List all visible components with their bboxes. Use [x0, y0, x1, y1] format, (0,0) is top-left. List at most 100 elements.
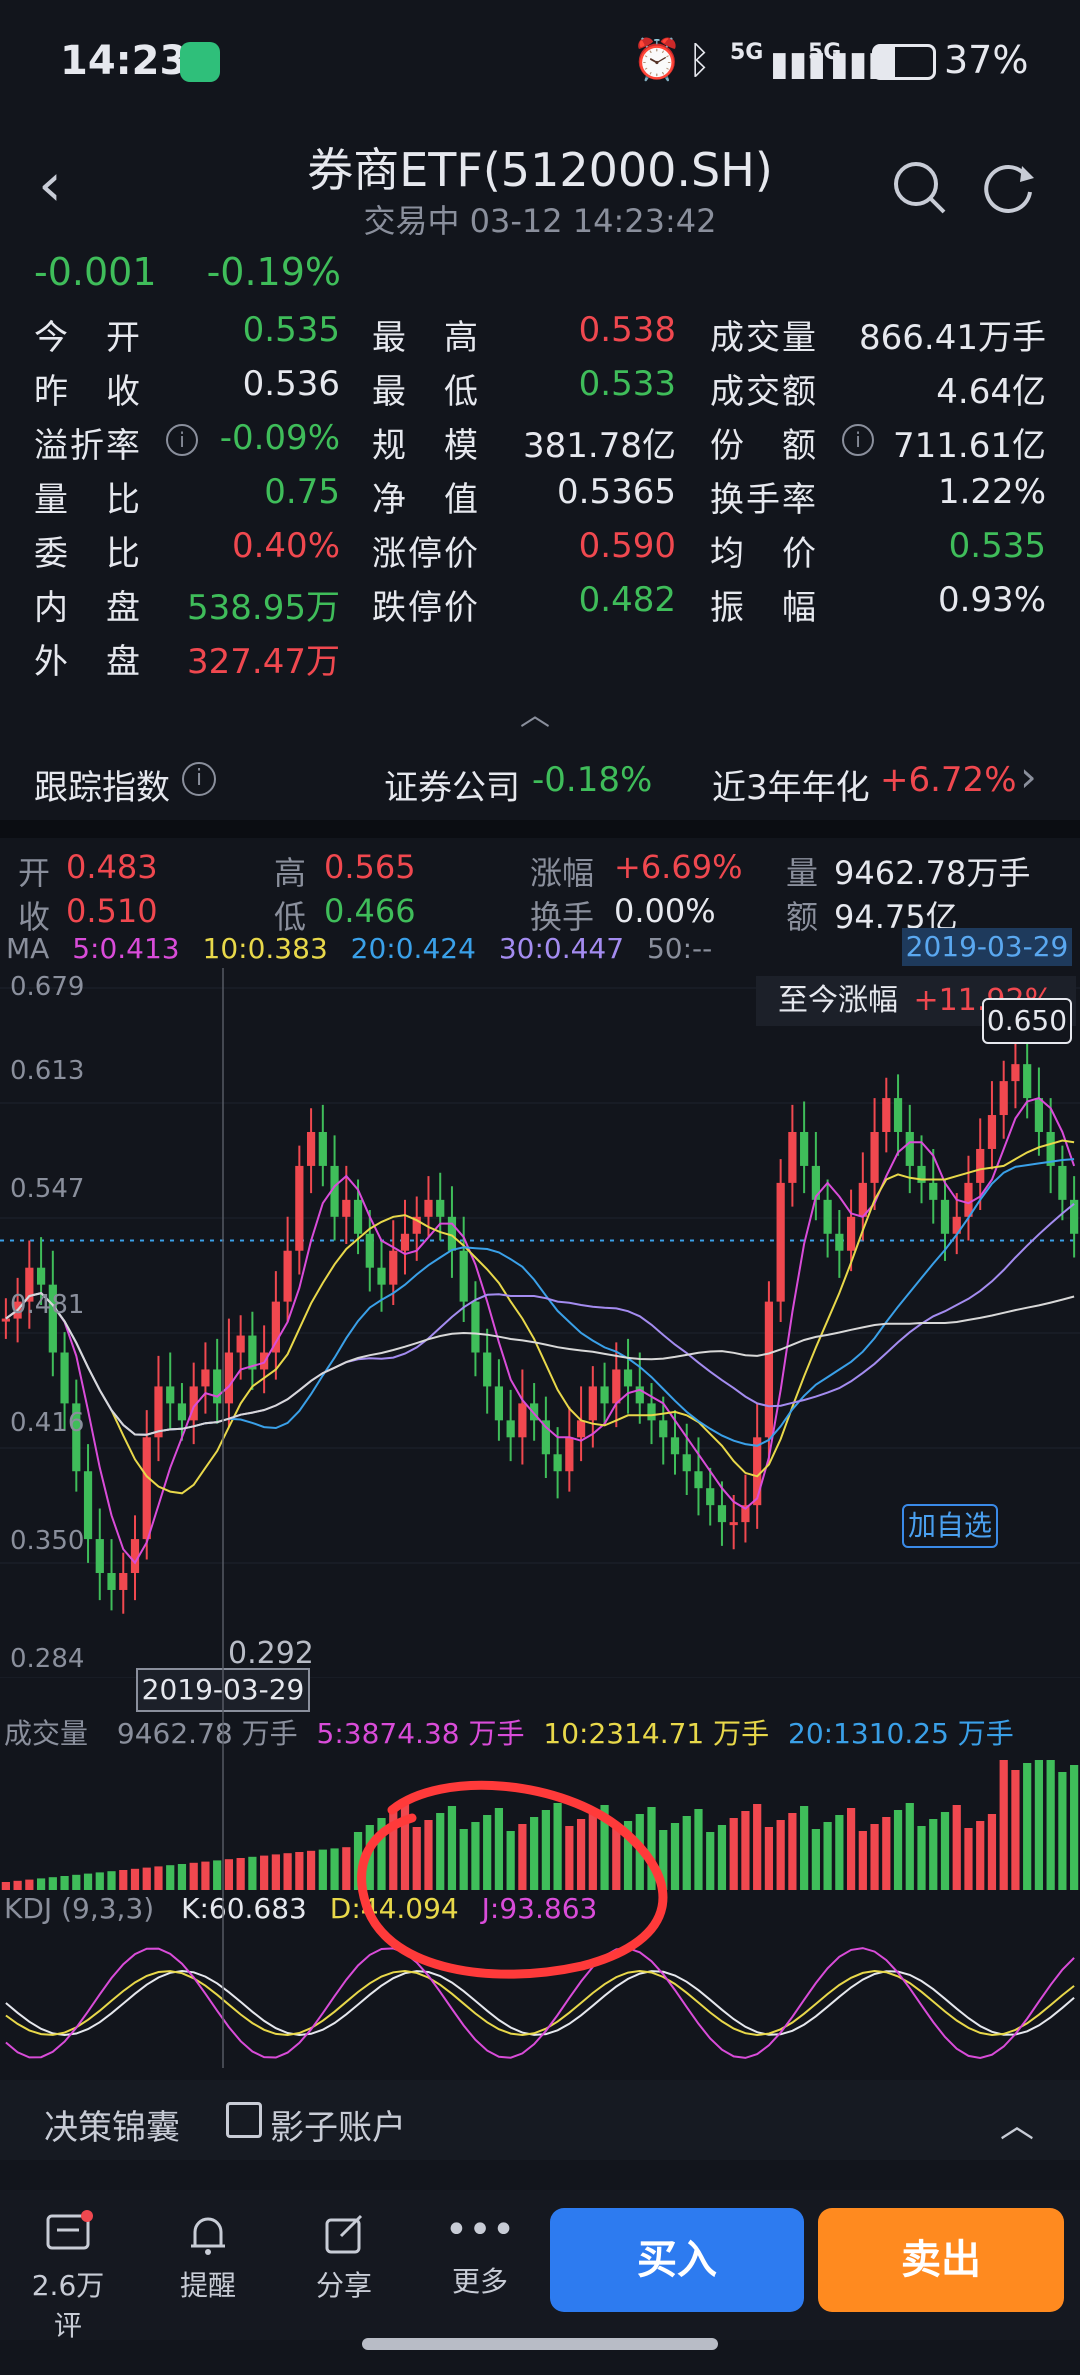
quote-value: 0.40%	[231, 526, 340, 566]
crosshair-date-top: 2019-03-29	[902, 928, 1072, 966]
volume-bar	[800, 1806, 809, 1890]
section-divider	[0, 820, 1080, 838]
candle	[1034, 1067, 1044, 1156]
sell-button[interactable]: 卖出	[818, 2208, 1064, 2312]
candle	[166, 1352, 175, 1431]
comment-icon	[46, 2210, 93, 2250]
volume-bar	[1058, 1772, 1067, 1890]
volume-bar	[917, 1826, 926, 1890]
volume-bar	[823, 1822, 832, 1890]
expand-up-icon[interactable]: ︿	[1000, 2098, 1034, 2147]
y-axis-label: 0.547	[10, 1174, 85, 1204]
candle	[576, 1386, 586, 1462]
shadow-account-tool[interactable]: 影子账户	[270, 2100, 406, 2149]
volume-legend: 成交量 9462.78 万手 5:3874.38 万手 10:2314.71 万…	[4, 1712, 1014, 1752]
nav-more-label: 更多	[451, 2265, 508, 2298]
volume-bar	[1070, 1765, 1079, 1890]
candle	[483, 1328, 492, 1414]
collapse-icon[interactable]: ︿	[520, 690, 550, 734]
volume-bar	[213, 1860, 222, 1890]
volume-bar	[48, 1877, 57, 1890]
volume-bar	[107, 1871, 116, 1890]
ma50-value: 50:--	[646, 932, 713, 965]
candle	[471, 1281, 480, 1377]
candle	[647, 1383, 656, 1445]
kline-low: 0.466	[324, 892, 416, 930]
info-icon[interactable]: i	[182, 762, 216, 796]
volume-bar	[177, 1864, 187, 1890]
refresh-icon[interactable]	[978, 158, 1038, 218]
back-icon[interactable]: ‹	[38, 150, 62, 220]
quote-value: 0.536	[242, 364, 340, 404]
kline-vol-label: 量	[786, 854, 819, 892]
volume-bar	[60, 1876, 69, 1890]
search-icon[interactable]	[890, 158, 950, 218]
ma-legend: MA 5:0.413 10:0.383 20:0.424 30:0.447 50…	[6, 932, 712, 965]
volume-bar	[858, 1831, 867, 1890]
decision-tool[interactable]: 决策锦囊	[44, 2100, 180, 2149]
candlestick-chart[interactable]	[0, 968, 1080, 1678]
nav-comments[interactable]: 2.6万评	[20, 2210, 116, 2344]
volume-bar	[330, 1848, 339, 1890]
volume-bar	[72, 1874, 81, 1890]
kline-change-label: 涨幅	[530, 854, 595, 892]
candle	[283, 1216, 292, 1322]
quote-row: 今 开 0.535 最 高 0.538 成交量 866.41万手	[0, 310, 1080, 364]
nav-share-label: 分享	[315, 2269, 372, 2302]
volume-bar	[811, 1829, 820, 1890]
kline-info: 开 0.483 高 0.565 涨幅 +6.69% 量 9462.78万手 收 …	[0, 848, 1080, 938]
nav-more[interactable]: ••• 更多	[432, 2210, 528, 2300]
annotation-circle	[357, 1780, 668, 1979]
quote-row: 溢折率 i -0.09% 规 模 381.78亿份 额 i 711.61亿	[0, 418, 1080, 472]
y-axis-label: 0.679	[10, 972, 85, 1002]
candle	[1011, 1040, 1020, 1109]
y-axis-label: 0.284	[10, 1644, 85, 1674]
kdj-params: (9,3,3)	[61, 1892, 155, 1925]
buy-button[interactable]: 买入	[550, 2208, 804, 2312]
tracking-index-name: 证券公司	[384, 768, 520, 808]
candle	[952, 1193, 961, 1255]
volume-bar	[846, 1808, 856, 1890]
quote-value: 538.95万	[187, 588, 340, 628]
volume-bar	[940, 1812, 950, 1890]
bluetooth-icon: ᛒ	[688, 38, 711, 82]
candle	[213, 1338, 222, 1424]
quote-row: 内 盘 538.95万 跌停价 0.482 振 幅 0.93%	[0, 580, 1080, 634]
volume-bar	[142, 1867, 151, 1890]
candle	[447, 1186, 457, 1278]
volume-bar	[260, 1855, 269, 1890]
candle	[858, 1152, 867, 1241]
candle	[506, 1389, 515, 1462]
tracking-index-row[interactable]: 跟踪指数 i 证券公司 -0.18% 近3年年化 +6.72% ›	[0, 752, 1080, 816]
candle	[400, 1199, 410, 1275]
nav-alert[interactable]: 提醒	[160, 2210, 256, 2304]
candle	[565, 1406, 574, 1492]
add-watch-button[interactable]: 加自选	[902, 1504, 998, 1548]
volume-bar	[964, 1828, 973, 1890]
share-icon	[325, 2214, 363, 2254]
quote-value: 0.533	[578, 364, 676, 404]
candle	[893, 1074, 903, 1156]
tools-row: 决策锦囊 影子账户 ︿	[0, 2080, 1080, 2160]
volume-bar	[13, 1880, 22, 1890]
quote-row: 昨 收 0.536 最 低 0.533 成交额 4.64亿	[0, 364, 1080, 418]
more-icon: •••	[444, 2207, 516, 2253]
buy-button-label: 买入	[637, 2237, 717, 2283]
volume-bar	[929, 1819, 938, 1890]
volume-bar	[835, 1815, 844, 1890]
quote-value: 0.482	[578, 580, 676, 620]
nav-alert-label: 提醒	[179, 2269, 236, 2302]
price-tag: 0.650	[982, 998, 1072, 1044]
nav-share[interactable]: 分享	[296, 2210, 392, 2304]
candle	[753, 1403, 762, 1529]
kdj-label: KDJ	[4, 1892, 53, 1925]
volume-v20: 20:1310.25 万手	[788, 1717, 1014, 1750]
quote-value: 0.535	[242, 310, 340, 350]
candle	[835, 1210, 844, 1278]
quote-value: 0.93%	[937, 580, 1046, 620]
kline-high-label: 高	[274, 854, 307, 892]
price-change-abs: -0.001	[34, 250, 157, 294]
quote-value: 0.5365	[557, 472, 676, 512]
quote-value: 381.78亿	[523, 426, 676, 466]
volume-bar	[694, 1809, 703, 1890]
